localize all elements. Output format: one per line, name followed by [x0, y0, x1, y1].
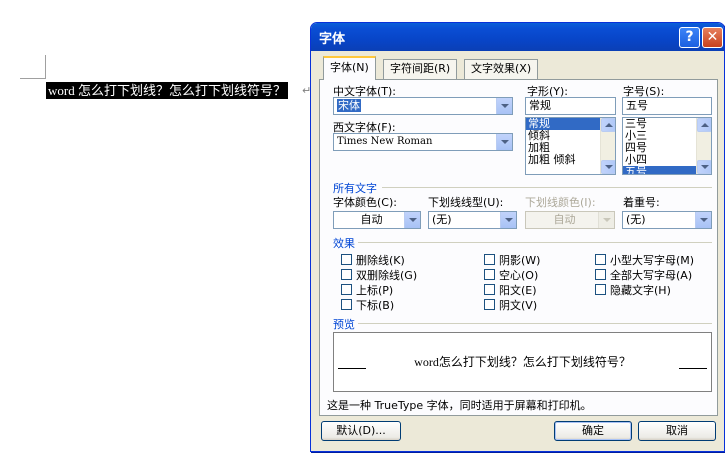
font-size-input[interactable]: 五号 — [622, 97, 712, 115]
strikethrough-label[interactable]: 删除线(K) — [356, 252, 405, 268]
preview-baseline-right — [679, 368, 707, 369]
engrave-checkbox[interactable] — [484, 299, 495, 310]
tab-character-spacing[interactable]: 字符间距(R) — [383, 59, 458, 79]
emphasis-mark-label: 着重号: — [623, 196, 660, 209]
font-size-list[interactable]: 三号 小三 四号 小四 五号 — [622, 117, 712, 175]
chevron-down-icon[interactable] — [496, 98, 512, 114]
scroll-up-icon[interactable] — [697, 118, 711, 132]
font-color-label: 字体颜色(C): — [333, 196, 397, 209]
engrave-label[interactable]: 阴文(V) — [499, 297, 537, 313]
chevron-down-icon[interactable] — [500, 212, 516, 228]
emboss-label[interactable]: 阳文(E) — [499, 282, 537, 298]
hidden-text-label[interactable]: 隐藏文字(H) — [610, 282, 671, 298]
scroll-down-icon[interactable] — [697, 160, 711, 174]
subscript-checkbox[interactable] — [341, 299, 352, 310]
small-caps-checkbox[interactable] — [595, 254, 606, 265]
chinese-font-value: 宋体 — [337, 99, 361, 112]
preview-section-title: 预览 — [333, 318, 355, 331]
outline-label[interactable]: 空心(O) — [499, 267, 538, 283]
subscript-label[interactable]: 下标(B) — [356, 297, 394, 313]
font-style-input[interactable]: 常规 — [525, 97, 616, 115]
emphasis-mark-value: (无) — [626, 213, 646, 226]
double-strikethrough-label[interactable]: 双删除线(G) — [356, 267, 417, 283]
scroll-down-icon[interactable] — [601, 160, 615, 174]
underline-type-value: (无) — [432, 213, 452, 226]
preview-text: word怎么打下划线？怎么打下划线符号？ — [414, 355, 631, 369]
effects-section-title: 效果 — [333, 237, 355, 250]
emphasis-mark-select[interactable]: (无) — [622, 211, 712, 229]
font-color-value: 自动 — [360, 213, 383, 226]
scroll-up-icon[interactable] — [601, 118, 615, 132]
font-color-select[interactable]: 自动 — [333, 211, 421, 229]
section-divider — [358, 323, 712, 324]
selected-document-text[interactable]: word 怎么打下划线？怎么打下划线符号？ — [46, 82, 288, 99]
superscript-label[interactable]: 上标(P) — [356, 282, 393, 298]
chevron-down-icon[interactable] — [496, 134, 512, 150]
dialog-titlebar[interactable]: 字体 ? ✕ — [311, 23, 724, 51]
small-caps-label[interactable]: 小型大写字母(M) — [610, 252, 694, 268]
all-caps-checkbox[interactable] — [595, 269, 606, 280]
section-divider — [382, 187, 712, 188]
tab-text-effects[interactable]: 文字效果(X) — [464, 59, 539, 79]
shadow-label[interactable]: 阴影(W) — [499, 252, 540, 268]
scrollbar[interactable] — [696, 118, 711, 174]
cancel-button[interactable]: 取消 — [638, 421, 716, 441]
preview-box: word怎么打下划线？怎么打下划线符号？ — [333, 332, 712, 392]
underline-type-select[interactable]: (无) — [428, 211, 517, 229]
all-caps-label[interactable]: 全部大写字母(A) — [610, 267, 692, 283]
chevron-down-icon[interactable] — [695, 212, 711, 228]
western-font-select[interactable]: Times New Roman — [333, 133, 513, 151]
section-divider — [358, 242, 712, 243]
close-button[interactable]: ✕ — [702, 27, 723, 48]
font-info-text: 这是一种 TrueType 字体，同时适用于屏幕和打印机。 — [327, 399, 592, 412]
dialog-title: 字体 — [319, 32, 346, 47]
tab-font[interactable]: 字体(N) — [323, 56, 376, 80]
chinese-font-select[interactable]: 宋体 — [333, 97, 513, 115]
underline-color-value: 自动 — [553, 213, 576, 226]
shadow-checkbox[interactable] — [484, 254, 495, 265]
font-style-list[interactable]: 常规 倾斜 加粗 加粗 倾斜 — [525, 117, 616, 175]
ok-button[interactable]: 确定 — [554, 421, 632, 441]
margin-corner-mark — [20, 78, 46, 79]
scrollbar[interactable] — [600, 118, 615, 174]
emboss-checkbox[interactable] — [484, 284, 495, 295]
underline-type-label: 下划线线型(U): — [428, 196, 504, 209]
chevron-down-icon[interactable] — [404, 212, 420, 228]
margin-corner-mark-vertical — [45, 55, 46, 79]
default-button[interactable]: 默认(D)... — [321, 421, 401, 441]
font-dialog: 字体 ? ✕ 字体(N) 字符间距(R) 文字效果(X) 中文字体(T): 宋体… — [310, 22, 725, 452]
western-font-value: Times New Roman — [337, 136, 433, 147]
underline-color-select: 自动 — [525, 211, 615, 229]
strikethrough-checkbox[interactable] — [341, 254, 352, 265]
chevron-down-icon — [598, 212, 614, 228]
help-button[interactable]: ? — [679, 27, 700, 48]
superscript-checkbox[interactable] — [341, 284, 352, 295]
hidden-text-checkbox[interactable] — [595, 284, 606, 295]
double-strikethrough-checkbox[interactable] — [341, 269, 352, 280]
outline-checkbox[interactable] — [484, 269, 495, 280]
underline-color-label: 下划线颜色(I): — [525, 196, 596, 209]
